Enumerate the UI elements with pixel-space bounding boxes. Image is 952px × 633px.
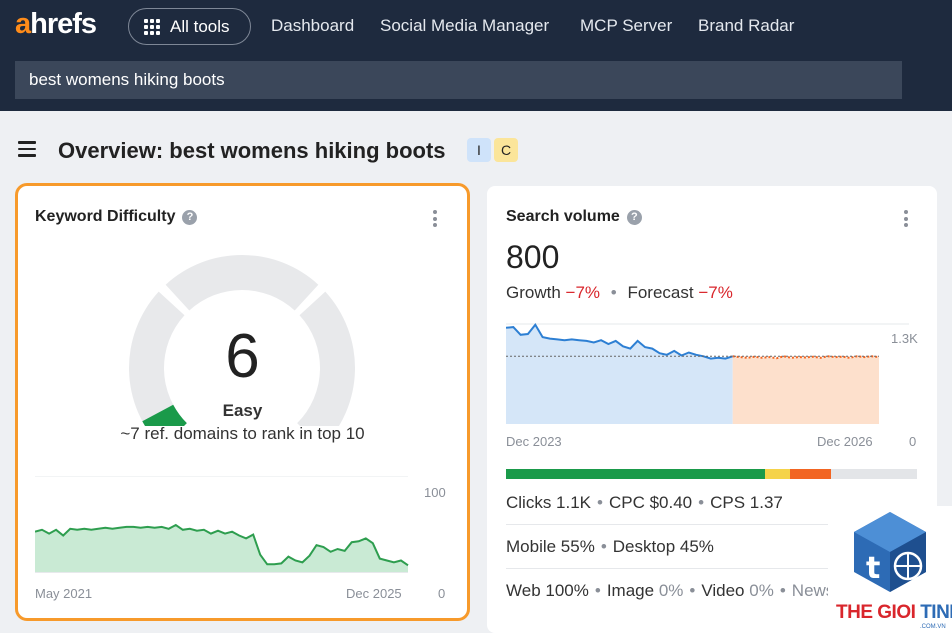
- forecast-label: Forecast: [627, 283, 694, 302]
- divider: [506, 568, 846, 569]
- nav-dashboard[interactable]: Dashboard: [271, 16, 354, 36]
- growth-value: −7%: [565, 283, 601, 302]
- kd-title-text: Keyword Difficulty: [35, 208, 176, 225]
- divider: [506, 524, 846, 525]
- image-label: Image: [606, 581, 655, 600]
- video-value: 0%: [749, 581, 774, 600]
- page-title: Overview: best womens hiking boots: [58, 138, 446, 163]
- desktop-value: Desktop 45%: [612, 537, 714, 556]
- clicks-value: Clicks 1.1K: [506, 493, 592, 512]
- nav-brand-radar[interactable]: Brand Radar: [698, 16, 794, 36]
- search-input[interactable]: best womens hiking boots: [15, 61, 902, 99]
- sv-chart-bottom-label: 0: [909, 434, 917, 449]
- video-label: Video: [701, 581, 745, 600]
- nav-mcp-server[interactable]: MCP Server: [580, 16, 672, 36]
- watermark: t THE GIOI TINHOC .COM.VN: [828, 506, 952, 633]
- web-value: 100%: [545, 581, 589, 600]
- top-bar: ahrefs All tools Dashboard Social Media …: [0, 0, 952, 111]
- kd-description: ~7 ref. domains to rank in top 10: [120, 424, 365, 443]
- gauge-segment: [165, 255, 319, 311]
- cpc-value: CPC $0.40: [608, 493, 693, 512]
- sv-history-chart: [506, 323, 909, 424]
- sv-value: 800: [506, 239, 560, 275]
- image-value: 0%: [658, 581, 684, 600]
- clicks-distribution-bar: [506, 469, 917, 479]
- grid-icon: [144, 18, 160, 35]
- click-bar-segment: [830, 469, 917, 479]
- kd-value: 6: [225, 322, 260, 391]
- watermark-brand: THE GIOI TINHOC: [836, 602, 952, 623]
- sv-serp-type-row: Web 100%•Image 0%•Video 0%•News 0%: [506, 581, 864, 601]
- ahrefs-logo[interactable]: ahrefs: [15, 8, 97, 41]
- sv-growth-row: Growth −7% • Forecast −7%: [506, 283, 733, 302]
- sv-chart-top-label: 1.3K: [891, 331, 918, 346]
- all-tools-label: All tools: [170, 16, 230, 36]
- sv-clicks-row: Clicks 1.1K • CPC $0.40 • CPS 1.37: [506, 493, 783, 512]
- click-bar-segment: [789, 469, 831, 479]
- kd-card-title: Keyword Difficulty ?: [35, 208, 198, 226]
- sv-forecast-area: [732, 356, 879, 424]
- hamburger-menu-icon[interactable]: [18, 141, 36, 161]
- kd-more-options-icon[interactable]: [433, 210, 437, 230]
- kd-history-chart: [35, 476, 409, 573]
- intent-badge-informational: I: [467, 138, 491, 162]
- keyword-difficulty-card: Keyword Difficulty ? 6 Easy ~7 ref. doma…: [15, 183, 470, 621]
- sv-chart-end-label: Dec 2026: [817, 434, 873, 449]
- title-bar: Overview: best womens hiking boots I C: [0, 111, 952, 181]
- click-bar-segment: [764, 469, 790, 479]
- kd-chart-start-label: May 2021: [35, 586, 93, 601]
- kd-chart-bottom-label: 0: [438, 586, 446, 601]
- mobile-value: Mobile 55%: [506, 537, 595, 556]
- nav-social-media-manager[interactable]: Social Media Manager: [380, 16, 549, 36]
- watermark-domain: .COM.VN: [920, 624, 946, 630]
- growth-label: Growth: [506, 283, 561, 302]
- kd-chart-top-label: 100: [424, 485, 446, 500]
- sv-chart-start-label: Dec 2023: [506, 434, 562, 449]
- forecast-value: −7%: [698, 283, 733, 302]
- sv-card-title: Search volume ?: [506, 208, 642, 226]
- kd-level: Easy: [222, 401, 263, 420]
- svg-text:t: t: [866, 551, 880, 586]
- sv-device-row: Mobile 55% • Desktop 45%: [506, 537, 714, 556]
- cps-value: CPS 1.37: [710, 493, 783, 512]
- click-bar-segment: [506, 469, 765, 479]
- web-label: Web: [506, 581, 541, 600]
- sv-title-text: Search volume: [506, 208, 620, 225]
- help-icon[interactable]: ?: [182, 209, 198, 225]
- sv-history-area: [506, 324, 733, 424]
- intent-badge-commercial: C: [494, 138, 518, 162]
- sv-more-options-icon[interactable]: [904, 210, 908, 230]
- all-tools-button[interactable]: All tools: [128, 8, 251, 45]
- help-icon[interactable]: ?: [626, 209, 642, 225]
- kd-chart-end-label: Dec 2025: [346, 586, 402, 601]
